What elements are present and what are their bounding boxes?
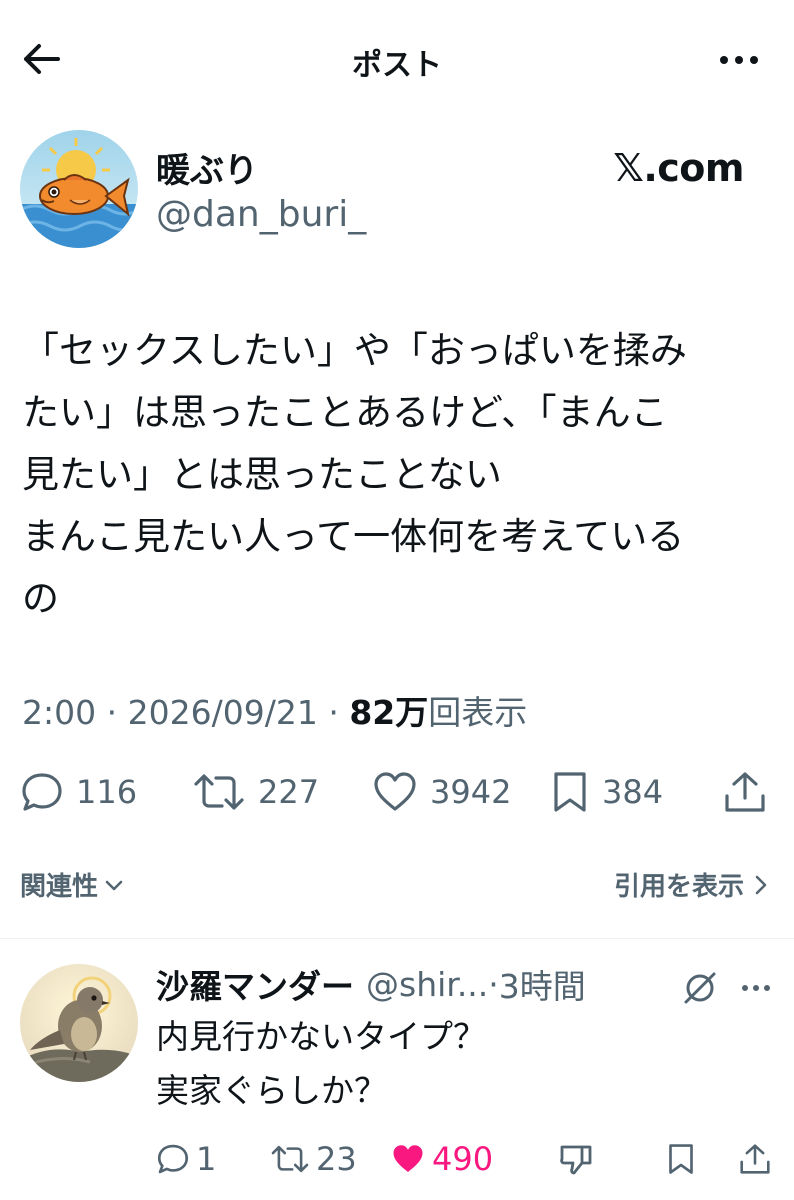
- post-meta: 2:00 · 2026/09/21 · 82万回表示: [22, 686, 527, 734]
- heart-filled-icon: [393, 1145, 423, 1172]
- reply-repost-count: 23: [316, 1140, 357, 1178]
- repost-count: 227: [258, 773, 320, 811]
- grok-button[interactable]: [680, 968, 720, 1008]
- post-text: 「セックスしたい」や「おっぱいを揉み たい」は思ったことあるけど、「まんこ 見た…: [22, 320, 782, 630]
- like-count: 3942: [430, 773, 512, 811]
- post-text-line: まんこ見たい人って一体何を考えている: [22, 515, 685, 558]
- reply-more-button[interactable]: [736, 968, 776, 1008]
- reply-text-line: 内見行かないタイプ？: [156, 1017, 486, 1056]
- reply-reply-count: 1: [196, 1140, 217, 1178]
- bookmark-icon: [669, 1144, 693, 1174]
- bookmark-icon: [554, 772, 586, 812]
- chevron-right-icon: [755, 875, 767, 894]
- reply-button[interactable]: 116: [20, 762, 137, 822]
- reply-count: 116: [76, 773, 138, 811]
- comment-icon: [157, 1144, 189, 1174]
- reply-repost-button[interactable]: 23: [270, 1134, 357, 1184]
- meta-separator: ·: [106, 693, 118, 732]
- post-date[interactable]: 2026/09/21: [128, 693, 318, 732]
- bookmark-button[interactable]: 384: [550, 762, 663, 822]
- post-actions: 116 227 3942 384: [0, 762, 794, 822]
- reply-like-button[interactable]: 490: [390, 1134, 493, 1184]
- author-avatar[interactable]: [20, 130, 138, 248]
- heart-icon: [374, 772, 416, 811]
- reply-share-button[interactable]: [738, 1134, 772, 1184]
- meta-separator: ·: [328, 693, 339, 732]
- thumbs-down-icon: [560, 1145, 592, 1175]
- reply-text: 内見行かないタイプ？ 実家ぐらしか？: [156, 1010, 486, 1118]
- meta-separator: ·: [488, 964, 499, 1004]
- post-time[interactable]: 2:00: [22, 693, 96, 732]
- page-title: ポスト: [352, 48, 442, 83]
- reply-actions: 1 23 490: [0, 1134, 794, 1184]
- more-button[interactable]: [714, 40, 764, 80]
- reply-bookmark-button[interactable]: [666, 1134, 696, 1184]
- repost-icon: [271, 1145, 309, 1173]
- post-text-line: 見たい」とは思ったことない: [22, 453, 502, 496]
- quotes-label: 引用を表示: [613, 872, 744, 902]
- post-text-line: たい」は思ったことあるけど、「まんこ: [22, 391, 668, 434]
- fish-with-sun-avatar: [20, 130, 138, 248]
- more-horizontal-icon: [720, 56, 758, 64]
- view-quotes-link[interactable]: 引用を表示: [614, 866, 768, 903]
- share-icon: [740, 1144, 770, 1174]
- reply-downvote-button[interactable]: [558, 1134, 594, 1184]
- reply-like-count: 490: [432, 1140, 494, 1178]
- repost-icon: [194, 774, 244, 810]
- reply-reply-button[interactable]: 1: [156, 1134, 216, 1184]
- author-handle[interactable]: @dan_buri_: [156, 194, 366, 235]
- divider: [0, 938, 794, 939]
- grok-icon: [684, 972, 716, 1004]
- reply-avatar[interactable]: [20, 964, 138, 1082]
- reply-time[interactable]: 3時間: [499, 960, 586, 1008]
- bird-on-rock-avatar: [20, 964, 138, 1082]
- top-bar: ポスト: [0, 0, 794, 118]
- x-watermark: 𝕏.com: [613, 146, 744, 190]
- reply-author-handle[interactable]: @shir...: [366, 965, 488, 1004]
- chevron-down-icon: [105, 880, 123, 890]
- reply-author-name[interactable]: 沙羅マンダー: [156, 960, 354, 1008]
- bookmark-count: 384: [602, 773, 664, 811]
- repost-button[interactable]: 227: [192, 762, 319, 822]
- author-name[interactable]: 暖ぶり: [156, 143, 258, 192]
- sort-label: 関連性: [20, 872, 99, 902]
- comment-icon: [22, 773, 62, 811]
- reply-text-line: 実家ぐらしか？: [156, 1071, 387, 1110]
- views-count[interactable]: 82万: [349, 693, 428, 732]
- post-text-line: の: [22, 577, 59, 620]
- sort-relevance-dropdown[interactable]: 関連性: [20, 866, 124, 903]
- more-horizontal-icon: [742, 985, 770, 991]
- share-button[interactable]: [722, 762, 768, 822]
- views-label[interactable]: 回表示: [428, 693, 527, 732]
- share-icon: [725, 772, 765, 812]
- reply-header: 沙羅マンダー @shir... · 3時間: [156, 960, 586, 1008]
- post-text-line: 「セックスしたい」や「おっぱいを揉み: [22, 329, 687, 372]
- like-button[interactable]: 3942: [372, 762, 511, 822]
